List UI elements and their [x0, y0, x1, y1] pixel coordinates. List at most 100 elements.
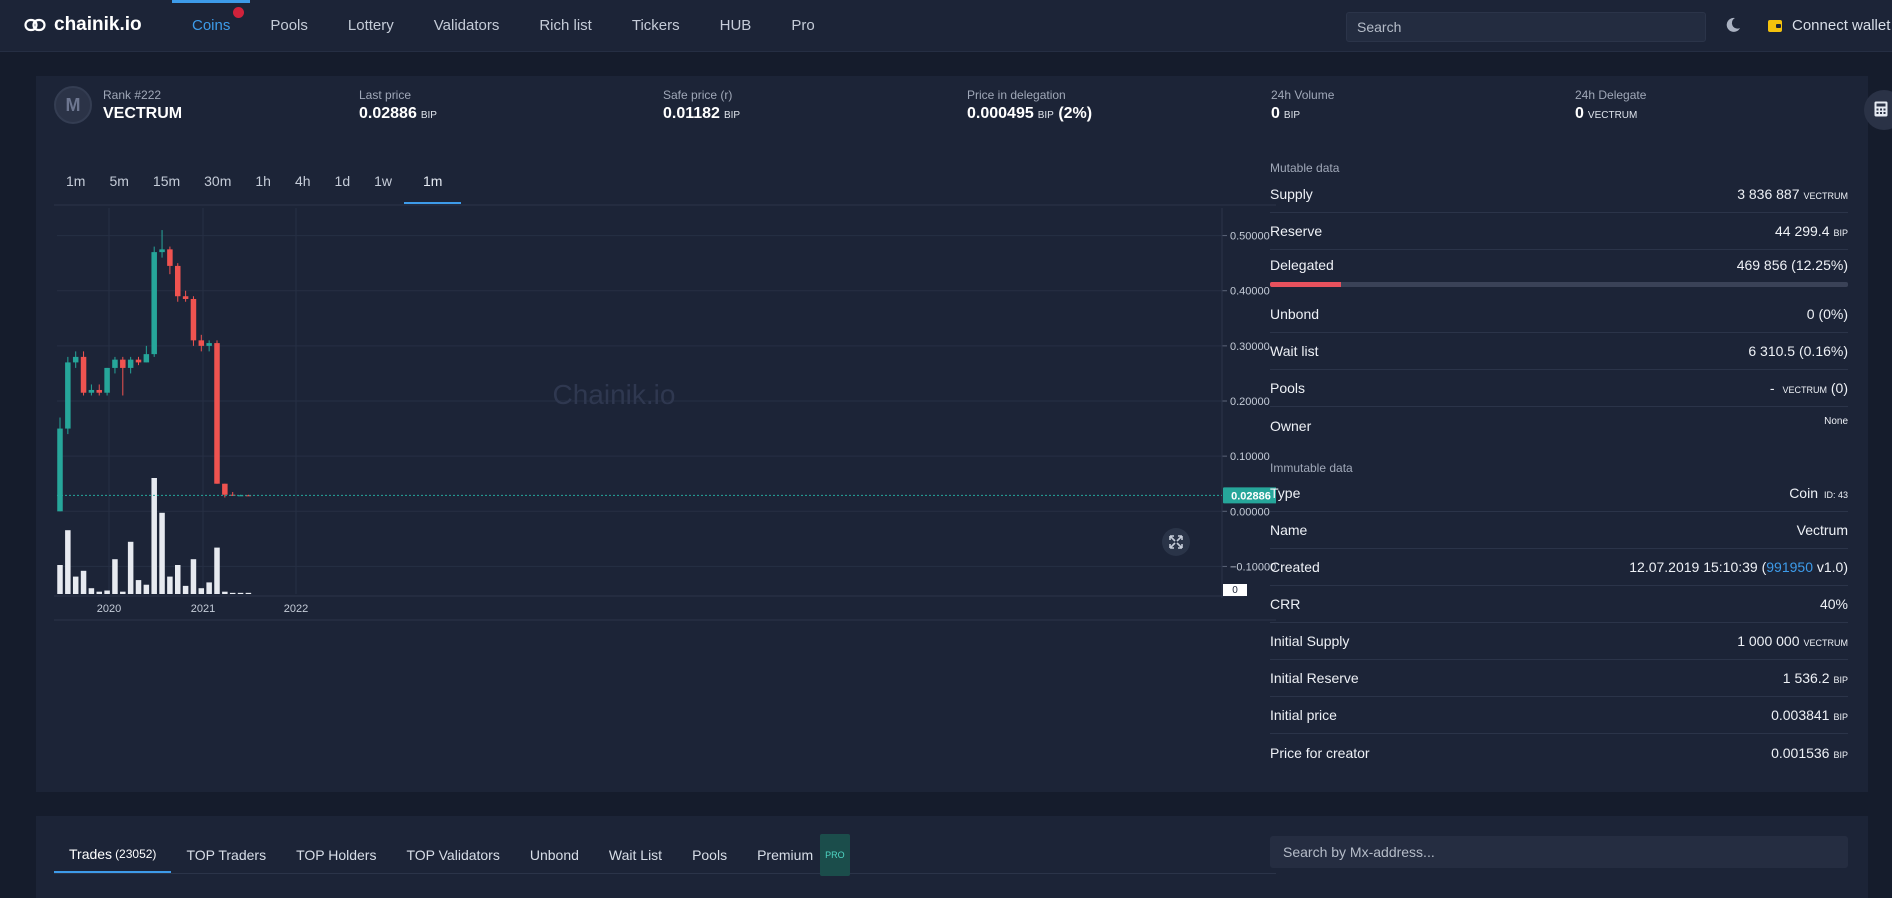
creator-price-row: Price for creator 0.001536 BIP	[1270, 734, 1848, 771]
initial-price-unit: BIP	[1833, 712, 1848, 722]
tab-trades-label: Trades	[69, 845, 113, 862]
volume-value-row: 0 BIP	[1271, 105, 1334, 123]
nav-tickers[interactable]: Tickers	[612, 0, 700, 52]
crr-label: CRR	[1270, 596, 1301, 612]
x-tick-label: 2021	[191, 603, 215, 615]
fullscreen-button[interactable]	[1162, 528, 1190, 556]
initial-price-value: 0.003841	[1771, 707, 1830, 723]
coin-name: VECTRUM	[103, 105, 183, 122]
delegated-progress-fill	[1270, 282, 1341, 287]
tab-wait-list[interactable]: Wait List	[594, 836, 677, 873]
created-date: 12.07.2019 15:10:39 (	[1629, 559, 1767, 575]
timeframe-1m-minute[interactable]: 1m	[54, 160, 97, 204]
last-price-block: Last price 0.02886 BIP	[359, 88, 437, 123]
timeframe-4h[interactable]: 4h	[283, 160, 323, 204]
safe-price-block: Safe price (r) 0.01182 BIP	[663, 88, 740, 123]
volume-unit: BIP	[1283, 110, 1301, 121]
timeframe-1m-month[interactable]: 1m	[404, 160, 462, 204]
wait-list-row: Wait list 6 310.5 (0.16%)	[1270, 333, 1848, 370]
activity-panel: Trades (23052) TOP Traders TOP Holders TO…	[36, 816, 1868, 898]
candle-body	[80, 356, 87, 393]
delegate-unit: VECTRUM	[1587, 110, 1638, 121]
x-tick-label: 2020	[97, 603, 121, 615]
tab-top-holders[interactable]: TOP Holders	[281, 836, 391, 873]
volume-bar	[135, 580, 142, 594]
tab-trades[interactable]: Trades (23052)	[54, 836, 172, 873]
wallet-icon	[1768, 19, 1782, 32]
tab-top-traders[interactable]: TOP Traders	[171, 836, 281, 873]
initial-reserve-value: 1 536.2	[1782, 670, 1830, 686]
candle-body	[151, 252, 157, 355]
initial-reserve-unit: BIP	[1833, 675, 1848, 685]
created-version: v1.0)	[1812, 559, 1848, 575]
last-price-value: 0.02886	[359, 105, 417, 122]
x-axis: 2020 2021 2022	[54, 595, 1276, 621]
initial-price-row: Initial price 0.003841 BIP	[1270, 697, 1848, 734]
y-axis: 0.50000 0.40000 0.30000 0.20000 0.10000 0.000…	[1221, 208, 1276, 598]
timeframe-5m[interactable]: 5m	[97, 160, 140, 204]
nav-lottery[interactable]: Lottery	[328, 0, 414, 52]
initial-reserve-row: Initial Reserve 1 536.2 BIP	[1270, 660, 1848, 697]
price-chart[interactable]: Chainik.io 0.500000.400000.300000.200000…	[54, 204, 1276, 624]
safe-price-label: Safe price (r)	[663, 88, 733, 102]
nav-pools[interactable]: Pools	[250, 0, 328, 52]
mutable-section-label: Mutable data	[1270, 161, 1340, 175]
wait-list-label: Wait list	[1270, 343, 1319, 359]
initial-supply-value: 1 000 000	[1737, 633, 1800, 649]
nav-coins[interactable]: Coins	[172, 0, 251, 52]
delegation-price-value: 0.000495	[967, 105, 1034, 122]
y-tick-label: 0.20000	[1230, 396, 1270, 408]
coin-main-panel: 1m 5m 15m 30m 1h 4h 1d 1w 1m Chainik.io …	[36, 142, 1868, 792]
volume-bar	[214, 547, 220, 594]
safe-price-value-row: 0.01182 BIP	[663, 105, 740, 123]
moon-icon[interactable]	[1724, 16, 1742, 34]
timeframe-1d[interactable]: 1d	[323, 160, 363, 204]
timeframe-15m[interactable]: 15m	[141, 160, 192, 204]
reserve-unit: BIP	[1833, 228, 1848, 238]
nav-validators[interactable]: Validators	[414, 0, 520, 52]
tab-top-validators[interactable]: TOP Validators	[391, 836, 514, 873]
creator-price-unit: BIP	[1833, 749, 1848, 760]
last-price-value-row: 0.02886 BIP	[359, 105, 437, 123]
name-value: Vectrum	[1796, 522, 1848, 538]
reserve-label: Reserve	[1270, 223, 1323, 239]
volume-bar	[104, 590, 110, 594]
nav-hub[interactable]: HUB	[700, 0, 772, 52]
connect-wallet-button[interactable]: Connect wallet	[1768, 17, 1890, 34]
coin-rank-block: Rank #222 VECTRUM	[103, 88, 182, 123]
delegated-label: Delegated	[1270, 257, 1334, 273]
search-input[interactable]	[1346, 12, 1706, 42]
timeframe-30m[interactable]: 30m	[192, 160, 243, 204]
tab-unbond[interactable]: Unbond	[515, 836, 594, 873]
address-search-input[interactable]	[1270, 836, 1848, 868]
type-id: ID: 43	[1823, 490, 1848, 500]
pools-value-wrap: - VECTRUM (0)	[1770, 380, 1848, 396]
created-block-link[interactable]: 991950	[1766, 559, 1813, 575]
type-label: Type	[1270, 485, 1301, 501]
nav-rich-list[interactable]: Rich list	[519, 0, 612, 52]
delegated-value: 469 856 (12.25%)	[1736, 257, 1848, 273]
created-label: Created	[1270, 559, 1320, 575]
volume-bar	[88, 588, 95, 594]
pools-row: Pools - VECTRUM (0)	[1270, 370, 1848, 407]
timeframe-1w[interactable]: 1w	[362, 160, 404, 204]
creator-price-label: Price for creator	[1270, 744, 1370, 761]
timeframe-1h[interactable]: 1h	[243, 160, 283, 204]
candle-body	[104, 367, 110, 393]
volume-label: 24h Volume	[1271, 88, 1335, 102]
tab-pools[interactable]: Pools	[677, 836, 742, 873]
candle-body	[120, 359, 126, 368]
candle-body	[57, 428, 63, 512]
candle-body	[112, 359, 118, 368]
top-navbar: chainik.io Coins Pools Lottery Validator…	[0, 0, 1892, 52]
name-label: Name	[1270, 522, 1308, 538]
site-logo[interactable]: chainik.io	[24, 14, 142, 36]
nav-pro[interactable]: Pro	[771, 0, 834, 52]
calculator-button[interactable]	[1864, 90, 1892, 130]
tab-premium[interactable]: Premium PRO	[742, 833, 865, 876]
y-tick-label: 0.10000	[1230, 451, 1270, 463]
owner-label: Owner	[1270, 417, 1312, 434]
supply-label: Supply	[1270, 186, 1313, 202]
immutable-section-label: Immutable data	[1270, 461, 1353, 475]
tab-premium-label: Premium	[757, 846, 814, 863]
